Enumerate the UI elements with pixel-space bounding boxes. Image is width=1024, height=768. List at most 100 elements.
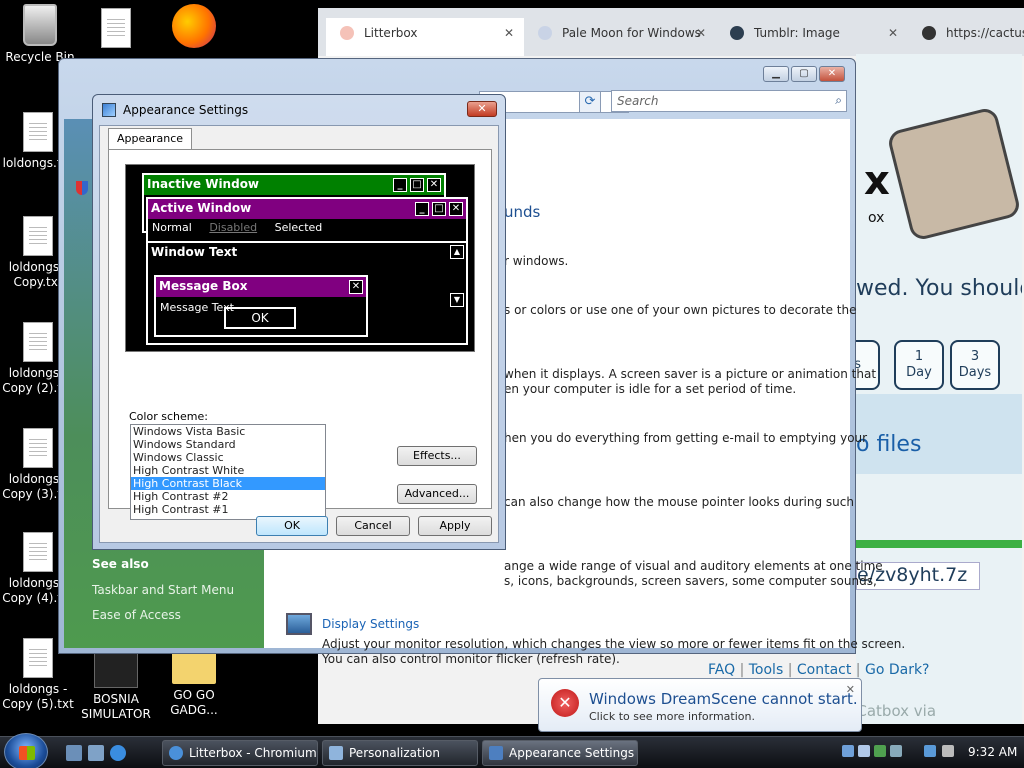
taskbar-button-label: Appearance Settings	[509, 746, 635, 760]
pill-number: 3	[970, 349, 980, 364]
tab-pale-moon[interactable]: Pale Moon for Windows ✕	[524, 18, 716, 56]
taskbar-start-menu-link[interactable]: Taskbar and Start Menu	[92, 583, 234, 597]
text-file-icon	[101, 8, 131, 48]
search-input[interactable]: Search ⌕	[611, 90, 847, 112]
tray-icon[interactable]	[874, 745, 886, 757]
preview-active-titlebar: Active Window _ □ ✕	[148, 199, 466, 219]
preview-caption-buttons: ✕	[349, 280, 363, 294]
tray-icon[interactable]	[858, 745, 870, 757]
preview-caption-buttons: _ □ ✕	[393, 178, 441, 192]
firefox-icon	[172, 4, 216, 48]
effects-button[interactable]: Effects...	[397, 446, 477, 466]
setting-desc: s or colors or use one of your own pictu…	[504, 303, 857, 317]
expiry-option-1-day[interactable]: 1 Day	[894, 340, 944, 390]
display-settings-link[interactable]: Display Settings	[322, 617, 419, 631]
chromium-icon	[169, 746, 183, 760]
notification-subtitle: Click to see more information.	[589, 710, 755, 723]
expiry-option-hours[interactable]: rs	[856, 340, 880, 390]
mouse-cursor-icon	[283, 554, 293, 570]
pill-number: 1	[914, 349, 924, 364]
upload-progress-bar	[856, 540, 1022, 548]
taskbar-button-appearance[interactable]: Appearance Settings	[482, 740, 638, 766]
desktop-icon-folder[interactable]: GO GO GADG...	[154, 652, 234, 718]
search-icon[interactable]: ⌕	[835, 93, 842, 108]
appearance-settings-dialog: Appearance Settings ✕ Appearance Inactiv…	[92, 94, 506, 550]
close-icon[interactable]: ✕	[846, 683, 855, 696]
personalization-icon	[329, 746, 343, 760]
desktop-icon-firefox[interactable]	[154, 4, 234, 52]
setting-desc: ange a wide range of visual and auditory…	[504, 559, 883, 573]
desktop-icon-label: loldongs - Copy (5).txt	[2, 682, 74, 711]
cancel-button[interactable]: Cancel	[336, 516, 410, 536]
dreamscene-notification[interactable]: ✕ Windows DreamScene cannot start. Click…	[538, 678, 862, 732]
display-desc-line: You can also control monitor flicker (re…	[322, 652, 620, 666]
tray-icon[interactable]	[890, 745, 902, 757]
internet-explorer-icon[interactable]	[110, 745, 126, 761]
start-button[interactable]	[4, 733, 48, 768]
desktop-icon-recycle-bin[interactable]: Recycle Bin	[0, 4, 80, 65]
tab-tumblr[interactable]: Tumblr: Image ✕	[716, 18, 908, 56]
scroll-down-icon: ▼	[450, 293, 464, 307]
preview-ok-button: OK	[224, 307, 296, 329]
taskbar-button-personalization[interactable]: Personalization	[322, 740, 478, 766]
maximize-button[interactable]: ▢	[791, 66, 817, 82]
preview-message-title: Message Box	[159, 279, 248, 293]
scheme-option[interactable]: High Contrast #2	[131, 490, 325, 503]
pill-unit: Days	[958, 365, 992, 380]
ease-of-access-link[interactable]: Ease of Access	[92, 608, 181, 622]
scheme-option[interactable]: Windows Classic	[131, 451, 325, 464]
close-tab-icon[interactable]: ✕	[888, 18, 898, 48]
scheme-option[interactable]: High Contrast #1	[131, 503, 325, 516]
ok-button[interactable]: OK	[256, 516, 328, 536]
desktop-icon-bosnia[interactable]: BOSNIA SIMULATOR	[76, 652, 156, 722]
appearance-panel: Inactive Window _ □ ✕ Active Window _ □	[108, 149, 492, 520]
dialog-body: Appearance Inactive Window _ □ ✕ Active …	[99, 125, 499, 543]
taskbar-button-chromium[interactable]: Litterbox - Chromium	[162, 740, 318, 766]
catbox-logo-text: x	[864, 158, 890, 204]
game-icon	[94, 652, 138, 688]
close-icon: ✕	[349, 280, 363, 294]
advanced-button[interactable]: Advanced...	[397, 484, 477, 504]
tab-label: Litterbox	[364, 26, 418, 40]
close-icon: ✕	[449, 202, 463, 216]
refresh-button[interactable]: ⟳	[579, 91, 601, 113]
minimize-icon: _	[415, 202, 429, 216]
switch-windows-icon[interactable]	[88, 745, 104, 761]
catbox-logo-sub: ox	[868, 210, 885, 226]
settings-list: unds r windows. s or colors or use one o…	[504, 119, 883, 648]
tab-cactus[interactable]: https://cactus.n	[908, 18, 1024, 56]
tab-appearance[interactable]: Appearance	[108, 128, 193, 150]
see-also-heading: See also	[92, 557, 149, 571]
scheme-option[interactable]: High Contrast White	[131, 464, 325, 477]
desktop-icon-file[interactable]	[76, 8, 156, 52]
scheme-option-selected[interactable]: High Contrast Black	[131, 477, 325, 490]
volume-icon[interactable]	[942, 745, 954, 757]
close-tab-icon[interactable]: ✕	[696, 18, 706, 48]
preview-message-titlebar: Message Box ✕	[156, 277, 366, 297]
system-clock[interactable]: 9:32 AM	[968, 745, 1017, 759]
expiry-option-3-days[interactable]: 3 Days	[950, 340, 1000, 390]
close-button[interactable]: ✕	[819, 66, 845, 82]
upload-drop-zone[interactable]: o files	[856, 394, 1022, 474]
tray-icon[interactable]	[842, 745, 854, 757]
tab-litterbox[interactable]: Litterbox ✕	[326, 18, 524, 56]
apply-button[interactable]: Apply	[418, 516, 492, 536]
show-desktop-icon[interactable]	[66, 745, 82, 761]
color-scheme-label: Color scheme:	[129, 410, 208, 423]
page-title: unds	[504, 203, 541, 221]
scheme-option[interactable]: Windows Standard	[131, 438, 325, 451]
tab-strip: Litterbox ✕ Pale Moon for Windows ✕ Tumb…	[318, 8, 1024, 56]
minimize-button[interactable]: ▁	[763, 66, 789, 82]
error-icon: ✕	[551, 689, 579, 717]
color-scheme-list[interactable]: Windows Vista Basic Windows Standard Win…	[130, 424, 326, 520]
dialog-close-button[interactable]: ✕	[467, 101, 497, 117]
close-tab-icon[interactable]: ✕	[504, 18, 514, 48]
setting-desc: s, icons, backgrounds, screen savers, so…	[504, 574, 877, 588]
setting-desc: when it displays. A screen saver is a pi…	[504, 367, 877, 381]
text-file-icon	[23, 216, 53, 256]
scheme-option[interactable]: Windows Vista Basic	[131, 425, 325, 438]
refresh-icon: ⟳	[584, 94, 596, 109]
text-file-icon	[23, 428, 53, 468]
network-icon[interactable]	[924, 745, 936, 757]
text-file-icon	[23, 112, 53, 152]
